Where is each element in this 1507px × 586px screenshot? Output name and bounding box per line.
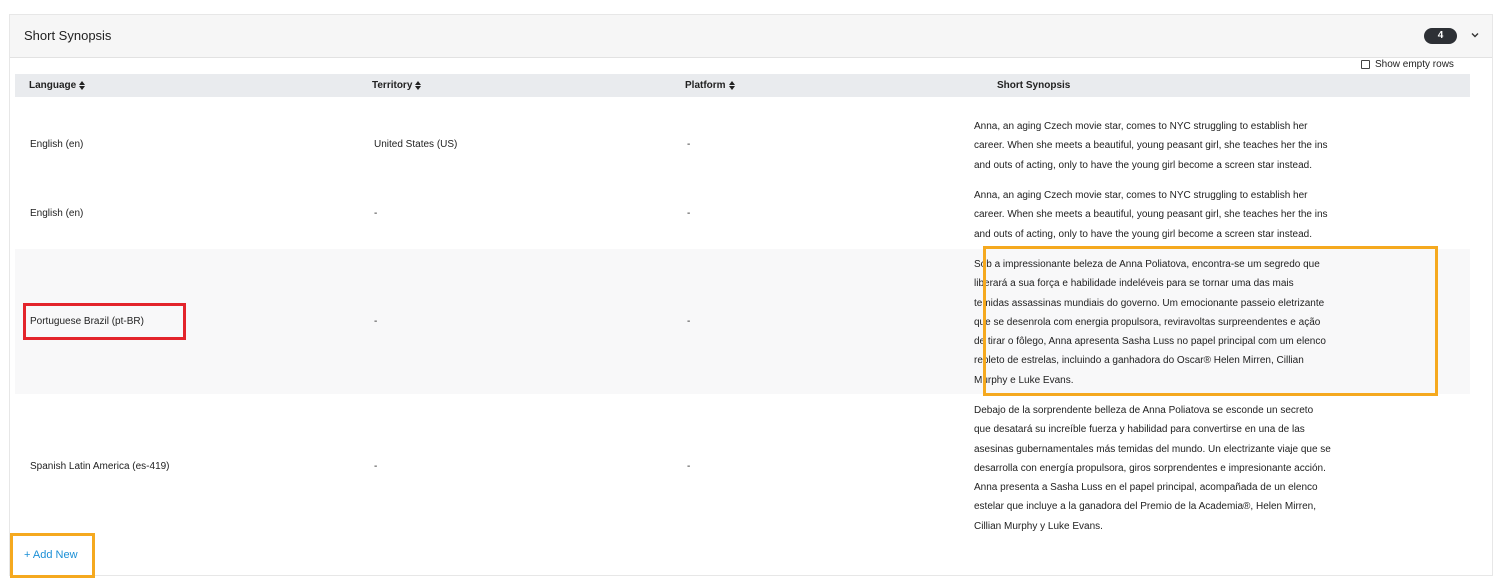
- synopsis-cell: Anna, an aging Czech movie star, comes t…: [974, 190, 1328, 240]
- synopsis-cell: Debajo de la sorprendente belleza de Ann…: [974, 405, 1331, 532]
- platform-cell: -: [687, 461, 691, 472]
- platform-cell: -: [687, 316, 691, 327]
- language-cell: Spanish Latin America (es-419): [30, 461, 170, 472]
- platform-cell: -: [687, 208, 691, 219]
- language-cell: English (en): [30, 139, 84, 150]
- language-cell: English (en): [30, 208, 84, 219]
- sort-icon[interactable]: [728, 81, 735, 90]
- count-badge: 4: [1424, 28, 1457, 44]
- sort-icon[interactable]: [415, 81, 422, 90]
- territory-cell: -: [374, 461, 378, 472]
- territory-cell: United States (US): [374, 139, 458, 150]
- sort-icon[interactable]: [79, 81, 86, 90]
- table-header: Language Territory Platform Short Synops…: [15, 74, 1470, 97]
- column-header-short-synopsis: Short Synopsis: [997, 80, 1071, 91]
- highlight-box-language: [23, 303, 186, 340]
- column-header-territory[interactable]: Territory: [372, 80, 422, 91]
- show-empty-rows-toggle[interactable]: Show empty rows: [1361, 57, 1454, 71]
- territory-cell: -: [374, 316, 378, 327]
- panel-header[interactable]: Short Synopsis 4: [10, 15, 1492, 58]
- chevron-down-icon[interactable]: [1469, 29, 1481, 41]
- show-empty-rows-label: Show empty rows: [1375, 58, 1454, 70]
- highlight-box-synopsis: [983, 246, 1438, 396]
- synopsis-cell: Anna, an aging Czech movie star, comes t…: [974, 121, 1328, 171]
- column-header-platform[interactable]: Platform: [685, 80, 735, 91]
- add-new-button[interactable]: + Add New: [24, 549, 78, 561]
- column-header-language[interactable]: Language: [29, 80, 86, 91]
- panel-title: Short Synopsis: [24, 28, 112, 43]
- territory-cell: -: [374, 208, 378, 219]
- show-empty-rows-checkbox[interactable]: [1361, 59, 1370, 69]
- platform-cell: -: [687, 139, 691, 150]
